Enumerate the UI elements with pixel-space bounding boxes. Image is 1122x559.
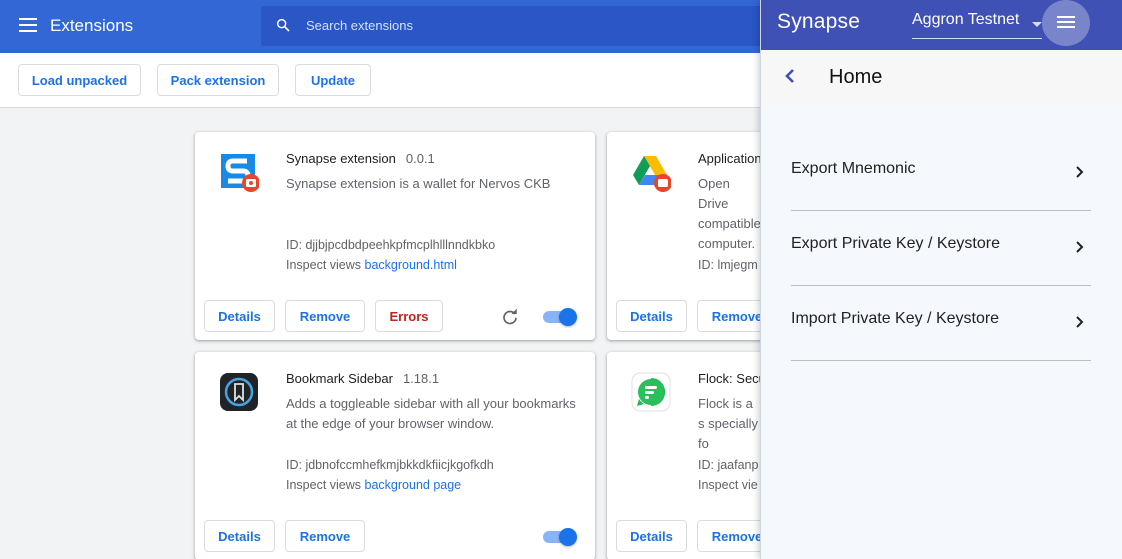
google-drive-icon <box>633 156 671 192</box>
back-icon[interactable] <box>783 67 797 85</box>
menu-item-label: Import Private Key / Keystore <box>791 310 1000 327</box>
extension-description: Adds a toggleable sidebar with all your … <box>286 396 576 431</box>
inspect-views-label: Inspect views <box>286 478 362 492</box>
extension-description: Synapse extension is a wallet for Nervos… <box>286 176 551 191</box>
flock-icon <box>631 372 671 412</box>
reload-icon[interactable] <box>501 308 519 326</box>
menu-item-label: Export Mnemonic <box>791 160 916 177</box>
popup-header: Synapse Aggron Testnet <box>761 0 1122 50</box>
network-label: Aggron Testnet <box>912 11 1020 28</box>
inspect-views-label: Inspect vie <box>698 478 758 492</box>
extension-id: ID: lmjegm <box>698 258 758 272</box>
search-input[interactable]: Search extensions <box>306 18 413 33</box>
details-button[interactable]: Details <box>204 520 275 552</box>
load-unpacked-button[interactable]: Load unpacked <box>18 64 141 96</box>
inspect-view-link[interactable]: background.html <box>365 258 457 272</box>
menu-item-export-private-key[interactable]: Export Private Key / Keystore <box>791 211 1091 286</box>
synapse-logo-icon <box>221 154 259 192</box>
enable-toggle[interactable] <box>543 528 577 546</box>
chevron-right-icon <box>1076 166 1084 178</box>
caret-down-icon <box>1032 22 1042 27</box>
enable-toggle[interactable] <box>543 308 577 326</box>
extension-name: Application <box>698 151 762 166</box>
search-box[interactable]: Search extensions <box>261 6 781 46</box>
menu-item-label: Export Private Key / Keystore <box>791 235 1000 252</box>
chevron-right-icon <box>1076 316 1084 328</box>
search-icon <box>276 18 290 32</box>
network-select[interactable]: Aggron Testnet <box>912 11 1042 39</box>
update-button[interactable]: Update <box>295 64 371 96</box>
page-title: Home <box>829 66 883 88</box>
bookmark-sidebar-icon <box>220 373 258 411</box>
remove-button[interactable]: Remove <box>285 520 365 552</box>
synapse-popup: Synapse Aggron Testnet Home Export Mnemo… <box>760 0 1122 559</box>
extension-description: Open Drive compatible computer. <box>698 176 761 251</box>
details-button[interactable]: Details <box>204 300 275 332</box>
brand-title: Synapse <box>777 10 861 33</box>
details-button[interactable]: Details <box>616 520 687 552</box>
menu-item-export-mnemonic[interactable]: Export Mnemonic <box>791 136 1091 211</box>
extension-id: ID: djjbjpcdbdpeehkpfmcplhlllnndkbko <box>286 238 496 252</box>
menu-icon[interactable] <box>19 18 37 32</box>
page-title: Extensions <box>50 16 134 35</box>
pack-extension-button[interactable]: Pack extension <box>157 64 279 96</box>
extension-description: Flock is a s specially fo <box>698 396 758 451</box>
chevron-right-icon <box>1076 241 1084 253</box>
inspect-view-link[interactable]: background page <box>365 478 462 492</box>
errors-button[interactable]: Errors <box>375 300 443 332</box>
hamburger-icon[interactable] <box>1042 0 1090 46</box>
extension-card-bookmark-sidebar: Bookmark Sidebar 1.18.1 Adds a toggleable… <box>195 352 595 559</box>
extension-name: Bookmark Sidebar <box>286 371 393 386</box>
settings-menu: Export Mnemonic Export Private Key / Key… <box>791 136 1091 361</box>
popup-subheader: Home <box>761 50 1122 104</box>
extension-id: ID: jaafanp <box>698 458 759 472</box>
extension-id: ID: jdbnofccmhefkmjbkkdkfiicjkgofkdh <box>286 458 494 472</box>
inspect-views-label: Inspect views <box>286 258 362 272</box>
extension-version: 0.0.1 <box>405 151 435 166</box>
extension-name: Flock: Secu <box>698 371 766 386</box>
remove-button[interactable]: Remove <box>285 300 365 332</box>
menu-item-import-private-key[interactable]: Import Private Key / Keystore <box>791 286 1091 361</box>
extension-card-synapse: Synapse extension 0.0.1 Synapse extension… <box>195 132 595 340</box>
details-button[interactable]: Details <box>616 300 687 332</box>
extension-version: 1.18.1 <box>402 371 440 386</box>
extension-name: Synapse extension <box>286 151 396 166</box>
